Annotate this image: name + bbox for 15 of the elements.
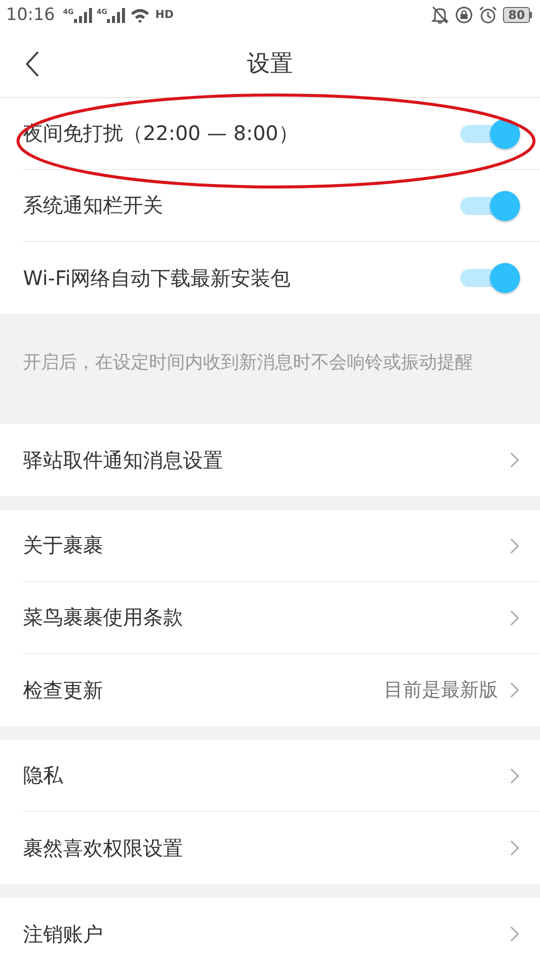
setting-label: 注销账户: [23, 920, 103, 948]
setting-label: 裹然喜欢权限设置: [23, 834, 183, 862]
setting-label: 菜鸟裹裹使用条款: [23, 604, 183, 631]
page-title: 设置: [247, 50, 293, 79]
setting-label: 隐私: [23, 762, 63, 789]
setting-label: 驿站取件通知消息设置: [23, 446, 223, 474]
setting-value: 目前是最新版: [384, 678, 498, 703]
status-time: 10:16: [6, 5, 55, 25]
hd-call-label: HD: [155, 9, 174, 21]
setting-label: Wi-Fi网络自动下载最新安装包: [23, 264, 291, 292]
battery-level: 80: [503, 7, 530, 23]
setting-label: 系统通知栏开关: [23, 192, 163, 219]
setting-label: 检查更新: [23, 676, 103, 704]
hint-text: 开启后，在设定时间内收到新消息时不会响铃或振动提醒: [23, 351, 474, 375]
setting-label: 关于裹裹: [23, 532, 103, 559]
